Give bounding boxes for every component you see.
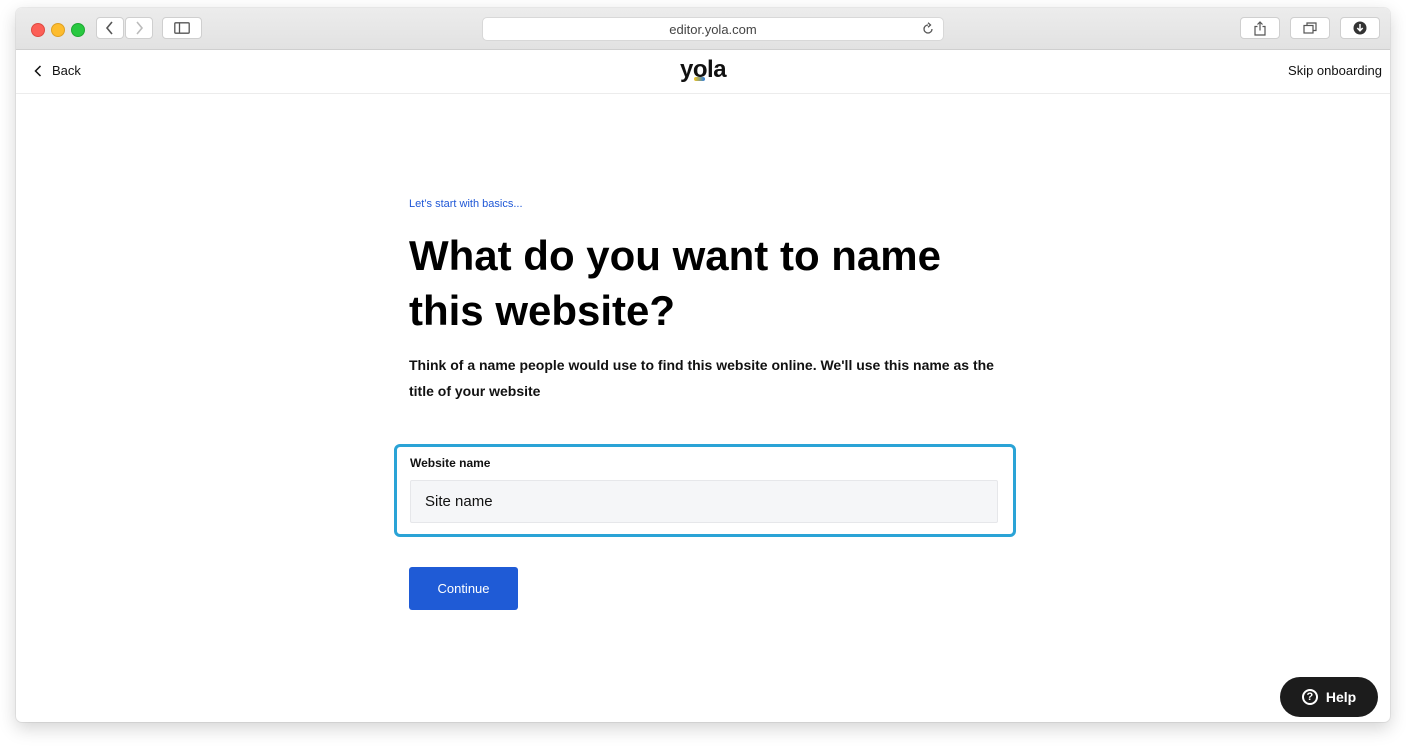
website-name-field-group: Website name	[394, 444, 1016, 537]
logo-text-o: o	[692, 56, 708, 83]
chevron-left-icon	[34, 64, 42, 77]
help-icon: ?	[1301, 689, 1318, 705]
onboarding-content: Let’s start with basics... What do you w…	[409, 198, 1029, 404]
browser-toolbar: editor.yola.com	[16, 8, 1390, 50]
back-button[interactable]: Back	[34, 63, 81, 78]
yola-logo[interactable]: yola	[680, 56, 727, 84]
help-button[interactable]: ? Help	[1280, 677, 1378, 717]
step-eyebrow: Let’s start with basics...	[409, 198, 523, 210]
share-icon	[1254, 20, 1266, 36]
tabs-icon	[1303, 22, 1317, 34]
forward-icon	[136, 21, 144, 35]
website-name-input[interactable]	[410, 480, 998, 523]
browser-forward-button[interactable]	[125, 17, 153, 39]
skip-onboarding-link[interactable]: Skip onboarding	[1288, 63, 1382, 78]
address-bar-url: editor.yola.com	[669, 21, 757, 37]
reload-icon[interactable]	[921, 22, 935, 36]
website-name-label: Website name	[410, 456, 491, 470]
sidebar-toggle-button[interactable]	[162, 17, 202, 39]
close-window-button[interactable]	[31, 23, 45, 37]
share-button[interactable]	[1240, 17, 1280, 39]
zoom-window-button[interactable]	[71, 23, 85, 37]
address-bar[interactable]: editor.yola.com	[482, 17, 944, 41]
downloads-button[interactable]	[1340, 17, 1380, 39]
back-icon	[105, 21, 113, 35]
continue-button[interactable]: Continue	[409, 567, 518, 610]
app-header: Back yola Skip onboarding	[16, 50, 1390, 94]
logo-text-start: y	[680, 56, 693, 83]
page-description: Think of a name people would use to find…	[409, 357, 994, 399]
page-title: What do you want to name this website?	[409, 232, 941, 334]
browser-window: editor.yola.com Back yola Skip onboardin…	[16, 8, 1390, 722]
browser-back-button[interactable]	[96, 17, 124, 39]
help-label: Help	[1325, 689, 1357, 705]
minimize-window-button[interactable]	[51, 23, 65, 37]
download-icon	[1353, 21, 1367, 35]
tabs-overview-button[interactable]	[1290, 17, 1330, 39]
sidebar-icon	[174, 22, 190, 34]
back-label: Back	[52, 63, 81, 78]
logo-text-end: la	[707, 56, 727, 83]
